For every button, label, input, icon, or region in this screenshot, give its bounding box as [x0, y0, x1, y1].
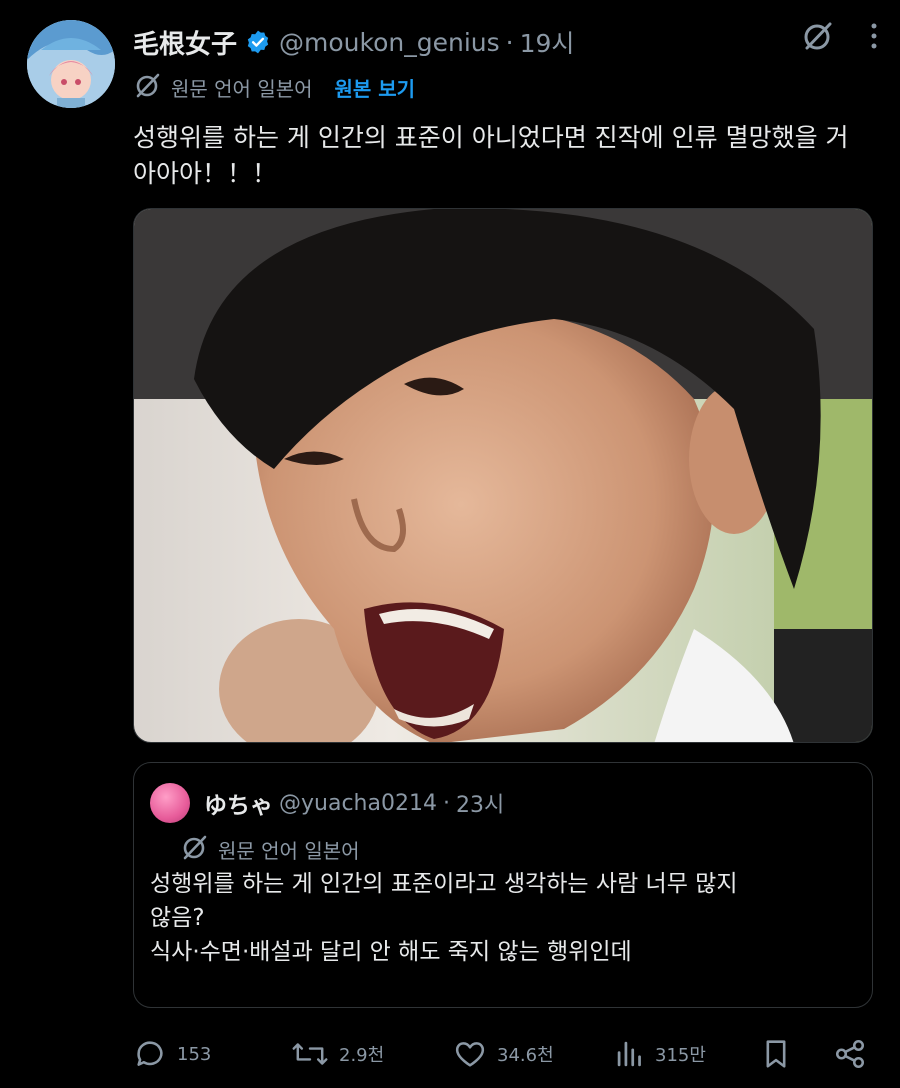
separator-dot: · — [442, 790, 450, 816]
separator-dot: · — [505, 27, 514, 57]
tweet-action-bar: 153 2.9천 34.6천 315만 — [133, 1034, 873, 1074]
share-icon — [833, 1037, 867, 1071]
verified-badge-icon[interactable] — [245, 29, 271, 55]
views-button[interactable]: 315만 — [615, 1034, 706, 1074]
reply-icon — [133, 1037, 167, 1071]
quoted-tweet-timestamp[interactable]: 23시 — [456, 787, 504, 819]
translation-source-label: 원문 언어 일본어 — [171, 76, 313, 101]
translate-icon — [180, 832, 210, 866]
repost-count: 2.9천 — [339, 1045, 385, 1066]
quoted-text-line: 않음? — [150, 905, 205, 931]
show-original-link[interactable]: 원본 보기 — [335, 73, 416, 102]
author-display-name[interactable]: 毛根女子 — [133, 24, 237, 61]
quoted-text-line: 성행위를 하는 게 인간의 표준이라고 생각하는 사람 너무 많지 — [150, 871, 738, 897]
translation-bar: 원문 언어 일본어 원본 보기 — [133, 70, 415, 104]
like-count: 34.6천 — [497, 1045, 554, 1066]
share-button[interactable] — [833, 1034, 867, 1074]
tweet-text: 성행위를 하는 게 인간의 표준이 아니었다면 진작에 인류 멸망했을 거 아아… — [133, 120, 873, 192]
tweet-top-actions — [800, 18, 878, 54]
quoted-author-handle[interactable]: @yuacha0214 — [279, 791, 437, 816]
quoted-tweet-header: ゆちゃ @yuacha0214 · 23시 — [204, 785, 504, 821]
author-avatar[interactable] — [27, 20, 115, 108]
quoted-text-line: 식사·수면·배설과 달리 안 해도 죽지 않는 행위인데 — [150, 939, 632, 965]
tweet-header: 毛根女子 @moukon_genius · 19시 — [133, 22, 574, 62]
views-icon — [615, 1037, 645, 1071]
tweet-text-line: 성행위를 하는 게 인간의 표준이 아니었다면 진작에 인류 멸망했을 거 — [133, 123, 849, 152]
like-button[interactable]: 34.6천 — [453, 1034, 554, 1074]
grok-icon[interactable] — [800, 18, 836, 54]
like-icon — [453, 1037, 487, 1071]
repost-button[interactable]: 2.9천 — [291, 1034, 384, 1074]
more-options-icon[interactable] — [870, 21, 878, 51]
quoted-author-display-name[interactable]: ゆちゃ — [204, 786, 273, 820]
reply-count: 153 — [177, 1043, 212, 1065]
quoted-author-avatar[interactable] — [150, 783, 190, 823]
quoted-tweet[interactable]: ゆちゃ @yuacha0214 · 23시 원문 언어 일본어 성행위를 하는 … — [133, 762, 873, 1008]
views-count: 315만 — [655, 1045, 706, 1066]
quoted-translation-bar: 원문 언어 일본어 — [180, 833, 360, 865]
quoted-tweet-text: 성행위를 하는 게 인간의 표준이라고 생각하는 사람 너무 많지 않음? 식사… — [150, 867, 860, 969]
quoted-translation-source-label: 원문 언어 일본어 — [218, 838, 360, 863]
repost-icon — [291, 1037, 329, 1071]
tweet-timestamp[interactable]: 19시 — [520, 24, 575, 60]
reply-button[interactable]: 153 — [133, 1034, 211, 1074]
author-handle[interactable]: @moukon_genius — [279, 28, 500, 57]
bookmark-button[interactable] — [761, 1034, 791, 1074]
tweet-media-image[interactable] — [133, 208, 873, 743]
bookmark-icon — [761, 1037, 791, 1071]
translate-icon — [133, 70, 163, 104]
tweet-text-line: 아아아！！！ — [133, 159, 278, 188]
